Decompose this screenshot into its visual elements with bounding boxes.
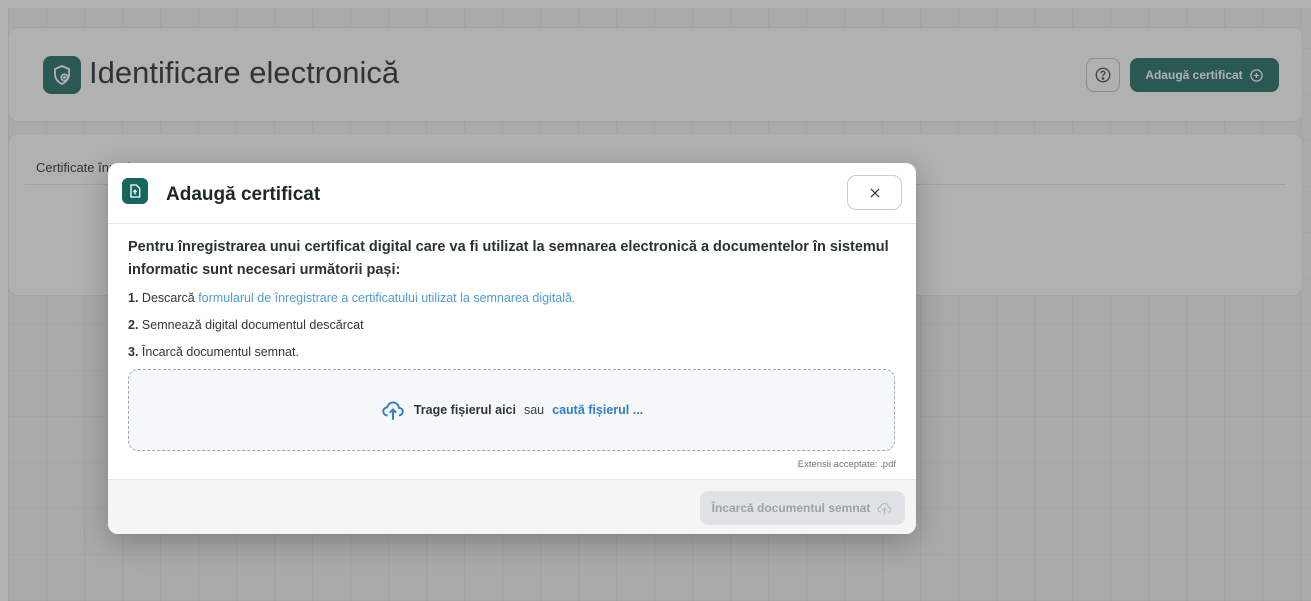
step-text: Încarcă documentul semnat.	[141, 345, 299, 359]
upload-signed-document-button[interactable]: Încarcă documentul semnat	[700, 491, 905, 525]
step-number: 1.	[128, 291, 139, 305]
dropzone-text: Trage fișierul aici	[413, 403, 516, 417]
dropzone-or: sau	[523, 403, 545, 417]
cloud-upload-icon	[877, 502, 892, 515]
file-upload-icon	[122, 178, 148, 204]
modal-intro: Pentru înregistrarea unui certificat dig…	[128, 239, 889, 278]
cloud-upload-icon	[382, 401, 404, 420]
modal-footer: Încarcă documentul semnat	[108, 479, 916, 534]
close-icon	[870, 188, 879, 197]
download-form-link[interactable]: formularul de înregistrare a certificatu…	[198, 291, 575, 305]
step-text: Semnează digital documentul descărcat	[141, 318, 364, 332]
browse-file-link[interactable]: caută fișierul ...	[552, 403, 643, 417]
step-number: 3.	[128, 345, 139, 359]
accepted-extensions: Extensii acceptate: .pdf	[797, 459, 896, 470]
step-text: Descarcă	[141, 291, 195, 305]
step-1: 1. Descarcă formularul de înregistrare a…	[128, 291, 575, 305]
upload-label: Încarcă documentul semnat	[711, 501, 871, 515]
add-certificate-modal: Adaugă certificat Pentru înregistrarea u…	[108, 163, 916, 534]
modal-title: Adaugă certificat	[166, 184, 321, 205]
step-2: 2. Semnează digital documentul descărcat	[128, 318, 364, 332]
modal-header: Adaugă certificat	[108, 163, 916, 224]
step-3: 3. Încarcă documentul semnat.	[128, 345, 299, 359]
step-number: 2.	[128, 318, 139, 332]
close-button[interactable]	[847, 175, 902, 210]
file-dropzone[interactable]: Trage fișierul aici sau caută fișierul .…	[128, 369, 895, 451]
